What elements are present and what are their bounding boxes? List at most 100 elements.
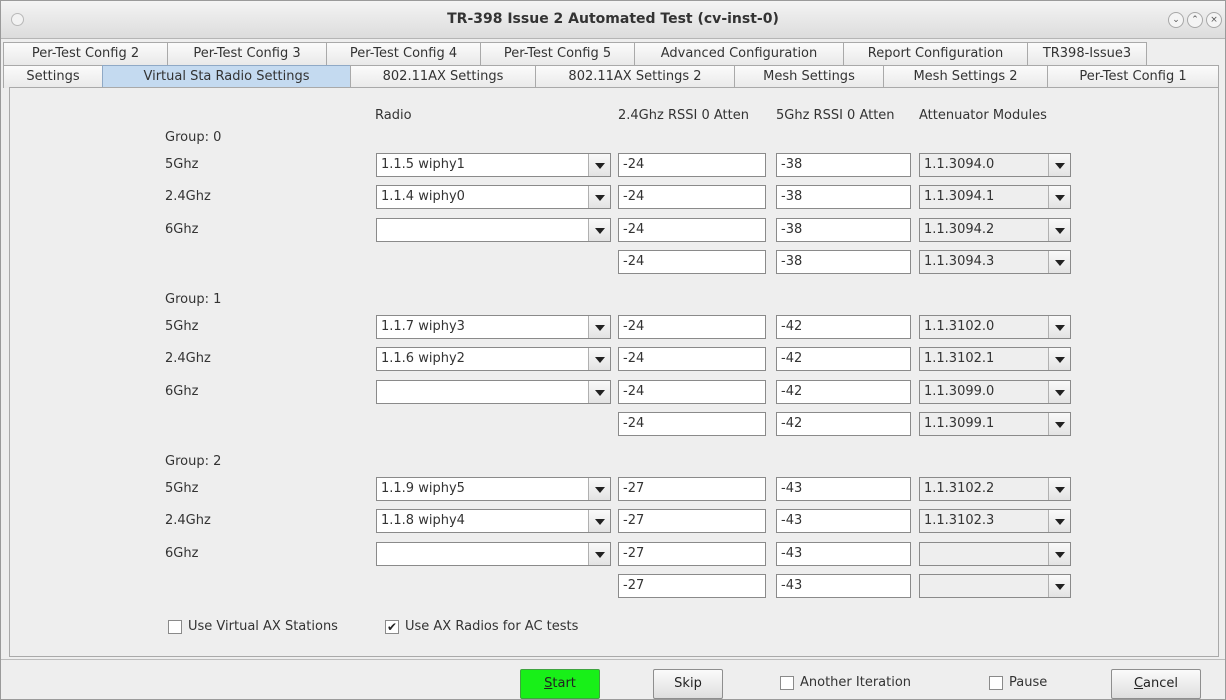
- attenuator-select-value: 1.1.3094.0: [924, 157, 995, 172]
- radio-select[interactable]: 1.1.5 wiphy1: [376, 153, 611, 177]
- tab-per-test-config-3[interactable]: Per-Test Config 3: [167, 42, 327, 65]
- chevron-down-icon[interactable]: [1048, 348, 1070, 370]
- radio-select[interactable]: 1.1.4 wiphy0: [376, 185, 611, 209]
- radio-select-value: 1.1.5 wiphy1: [381, 157, 465, 172]
- radio-select[interactable]: 1.1.7 wiphy3: [376, 315, 611, 339]
- band-label: 2.4Ghz: [165, 513, 211, 528]
- rssi-24ghz-input[interactable]: -24: [618, 218, 766, 242]
- attenuator-select[interactable]: 1.1.3102.2: [919, 477, 1071, 501]
- radio-select[interactable]: 1.1.6 wiphy2: [376, 347, 611, 371]
- radio-select[interactable]: [376, 542, 611, 566]
- use-virtual-ax-checkbox[interactable]: [168, 620, 182, 634]
- rssi-24ghz-input[interactable]: -27: [618, 574, 766, 598]
- attenuator-select[interactable]: 1.1.3102.3: [919, 509, 1071, 533]
- chevron-down-icon[interactable]: [1048, 251, 1070, 273]
- chevron-down-icon[interactable]: [588, 219, 610, 241]
- chevron-down-icon[interactable]: [1048, 219, 1070, 241]
- rssi-24ghz-input[interactable]: -27: [618, 542, 766, 566]
- chevron-down-icon[interactable]: [1048, 186, 1070, 208]
- attenuator-select[interactable]: 1.1.3102.1: [919, 347, 1071, 371]
- rssi-24ghz-input[interactable]: -24: [618, 315, 766, 339]
- radio-select-value: 1.1.4 wiphy0: [381, 189, 465, 204]
- radio-column-header: Radio: [375, 108, 412, 123]
- cancel-button[interactable]: Cancel: [1111, 669, 1201, 699]
- chevron-down-icon[interactable]: [1048, 543, 1070, 565]
- rssi-5ghz-input[interactable]: -42: [776, 380, 911, 404]
- group-label: Group: 0: [165, 130, 222, 145]
- chevron-down-icon[interactable]: [1048, 381, 1070, 403]
- chevron-down-icon[interactable]: [588, 316, 610, 338]
- rssi-5ghz-input[interactable]: -43: [776, 574, 911, 598]
- group-label: Group: 1: [165, 292, 222, 307]
- radio-select[interactable]: [376, 218, 611, 242]
- tab-802-11ax-settings[interactable]: 802.11AX Settings: [350, 65, 536, 88]
- close-icon[interactable]: ×: [1206, 12, 1222, 28]
- rssi-5ghz-input[interactable]: -43: [776, 509, 911, 533]
- rssi-5ghz-input[interactable]: -38: [776, 185, 911, 209]
- attenuator-select[interactable]: 1.1.3099.1: [919, 412, 1071, 436]
- rssi-24ghz-input[interactable]: -24: [618, 412, 766, 436]
- rssi-5ghz-input[interactable]: -42: [776, 315, 911, 339]
- tab-per-test-config-2[interactable]: Per-Test Config 2: [3, 42, 168, 65]
- chevron-down-icon[interactable]: [588, 186, 610, 208]
- tab-802-11ax-settings-2[interactable]: 802.11AX Settings 2: [535, 65, 735, 88]
- pause-checkbox[interactable]: [989, 676, 1003, 690]
- attenuator-select[interactable]: 1.1.3094.0: [919, 153, 1071, 177]
- rssi-5ghz-input[interactable]: -43: [776, 477, 911, 501]
- rssi-5ghz-input[interactable]: -38: [776, 250, 911, 274]
- chevron-down-icon[interactable]: [1048, 316, 1070, 338]
- radio-select[interactable]: [376, 380, 611, 404]
- tab-per-test-config-4[interactable]: Per-Test Config 4: [326, 42, 481, 65]
- rssi-5ghz-input[interactable]: -42: [776, 347, 911, 371]
- rssi-5ghz-input[interactable]: -38: [776, 153, 911, 177]
- attenuator-select-value: 1.1.3102.0: [924, 319, 995, 334]
- tab-tr398-issue3[interactable]: TR398-Issue3: [1027, 42, 1147, 65]
- chevron-down-icon[interactable]: [1048, 510, 1070, 532]
- minimize-icon[interactable]: ⌄: [1168, 12, 1184, 28]
- rssi-5ghz-input[interactable]: -38: [776, 218, 911, 242]
- radio-select[interactable]: 1.1.9 wiphy5: [376, 477, 611, 501]
- rssi-24ghz-input[interactable]: -24: [618, 185, 766, 209]
- chevron-down-icon[interactable]: [588, 543, 610, 565]
- tab-mesh-settings-2[interactable]: Mesh Settings 2: [883, 65, 1048, 88]
- tab-per-test-config-5[interactable]: Per-Test Config 5: [480, 42, 635, 65]
- attenuator-select[interactable]: 1.1.3094.2: [919, 218, 1071, 242]
- tab-settings[interactable]: Settings: [3, 65, 103, 88]
- rssi-24ghz-input[interactable]: -24: [618, 250, 766, 274]
- chevron-down-icon[interactable]: [1048, 575, 1070, 597]
- chevron-down-icon[interactable]: [1048, 478, 1070, 500]
- another-iteration-checkbox[interactable]: [780, 676, 794, 690]
- attenuator-select[interactable]: [919, 574, 1071, 598]
- chevron-down-icon[interactable]: [588, 510, 610, 532]
- attenuator-select[interactable]: 1.1.3094.3: [919, 250, 1071, 274]
- tab-mesh-settings[interactable]: Mesh Settings: [734, 65, 884, 88]
- chevron-down-icon[interactable]: [1048, 154, 1070, 176]
- tab-per-test-config-1[interactable]: Per-Test Config 1: [1047, 65, 1219, 88]
- maximize-icon[interactable]: ⌃: [1187, 12, 1203, 28]
- attenuator-select[interactable]: 1.1.3094.1: [919, 185, 1071, 209]
- tab-report-configuration[interactable]: Report Configuration: [843, 42, 1028, 65]
- rssi-24ghz-input[interactable]: -27: [618, 477, 766, 501]
- chevron-down-icon[interactable]: [588, 348, 610, 370]
- chevron-down-icon[interactable]: [588, 381, 610, 403]
- attenuator-select[interactable]: 1.1.3102.0: [919, 315, 1071, 339]
- rssi-24ghz-input[interactable]: -24: [618, 380, 766, 404]
- chevron-down-icon[interactable]: [588, 478, 610, 500]
- radio-select[interactable]: 1.1.8 wiphy4: [376, 509, 611, 533]
- skip-button[interactable]: Skip: [653, 669, 723, 699]
- start-button[interactable]: Start: [520, 669, 600, 699]
- radio-select-value: 1.1.7 wiphy3: [381, 319, 465, 334]
- radio-select-value: [377, 381, 381, 403]
- attenuator-select[interactable]: 1.1.3099.0: [919, 380, 1071, 404]
- rssi-5ghz-input[interactable]: -42: [776, 412, 911, 436]
- chevron-down-icon[interactable]: [1048, 413, 1070, 435]
- chevron-down-icon[interactable]: [588, 154, 610, 176]
- tab-virtual-sta-radio-settings[interactable]: Virtual Sta Radio Settings: [102, 65, 351, 88]
- use-ax-radios-ac-checkbox[interactable]: ✔: [385, 620, 399, 634]
- tab-advanced-configuration[interactable]: Advanced Configuration: [634, 42, 844, 65]
- rssi-24ghz-input[interactable]: -27: [618, 509, 766, 533]
- rssi-24ghz-input[interactable]: -24: [618, 347, 766, 371]
- attenuator-select[interactable]: [919, 542, 1071, 566]
- rssi-24ghz-input[interactable]: -24: [618, 153, 766, 177]
- rssi-5ghz-input[interactable]: -43: [776, 542, 911, 566]
